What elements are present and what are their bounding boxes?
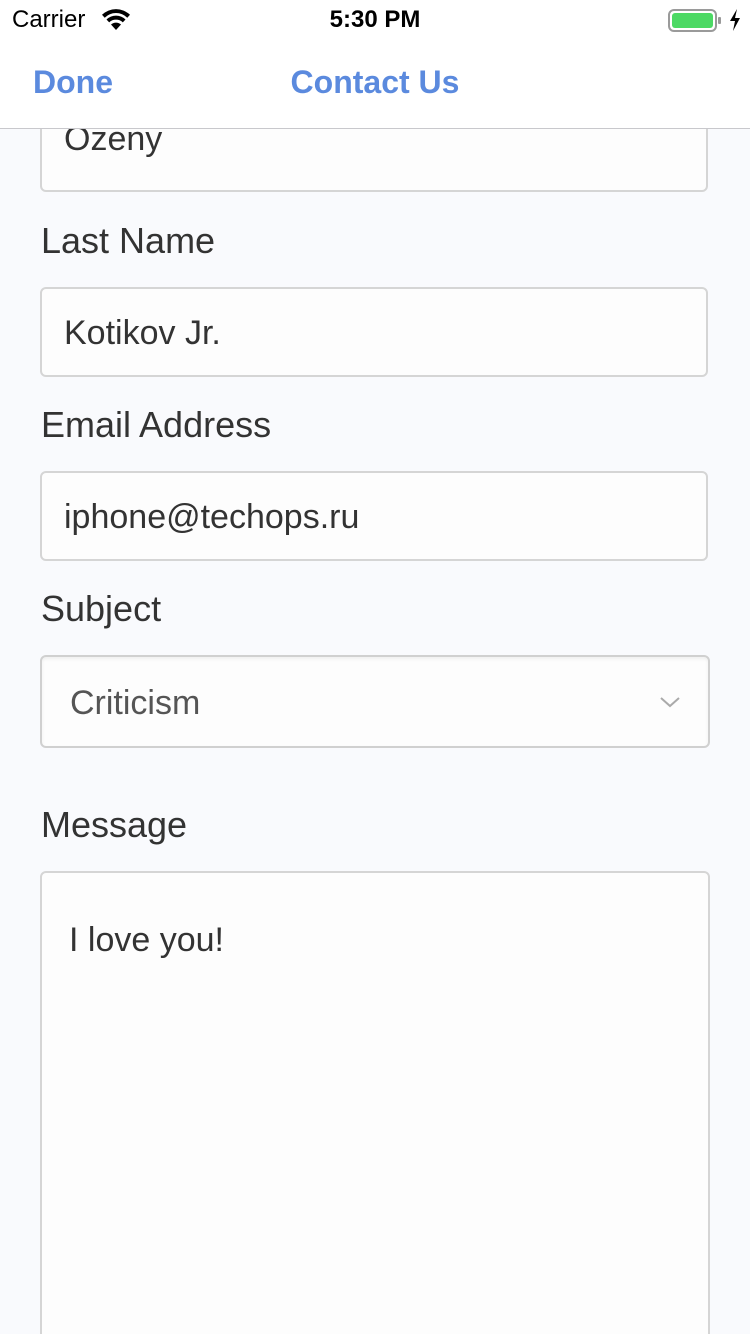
chevron-down-icon bbox=[660, 697, 680, 708]
subject-select[interactable]: Criticism bbox=[40, 655, 710, 748]
page-title: Contact Us bbox=[290, 64, 460, 100]
message-label: Message bbox=[41, 804, 188, 845]
subject-label: Subject bbox=[41, 588, 162, 629]
battery-full-icon bbox=[668, 9, 721, 32]
email-address-field[interactable]: iphone@techops.ru bbox=[40, 471, 708, 561]
message-textarea[interactable]: I love you! bbox=[40, 871, 710, 1334]
message-value: I love you! bbox=[69, 921, 224, 959]
first-name-value: Ozeny bbox=[64, 129, 163, 158]
last-name-value: Kotikov Jr. bbox=[64, 314, 221, 352]
last-name-field[interactable]: Kotikov Jr. bbox=[40, 287, 708, 377]
email-address-value: iphone@techops.ru bbox=[64, 498, 360, 536]
status-time: 5:30 PM bbox=[329, 6, 421, 33]
charging-bolt-icon bbox=[730, 9, 740, 31]
subject-selected-value: Criticism bbox=[70, 684, 201, 722]
contact-form: Ozeny Last Name Kotikov Jr. Email Addres… bbox=[0, 129, 750, 1334]
last-name-label: Last Name bbox=[41, 220, 216, 261]
navigation-bar: Done Contact Us bbox=[0, 40, 750, 129]
status-bar: Carrier 5:30 PM bbox=[0, 0, 750, 40]
email-address-label: Email Address bbox=[41, 404, 272, 445]
first-name-field[interactable]: Ozeny bbox=[40, 129, 708, 192]
